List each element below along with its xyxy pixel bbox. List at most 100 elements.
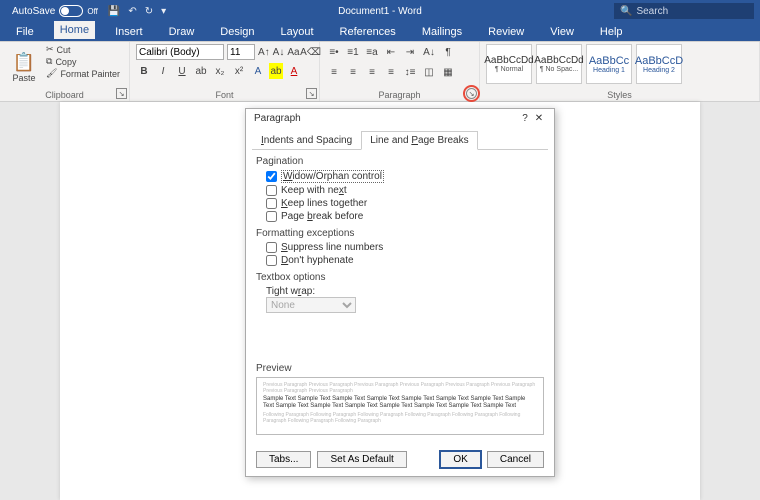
tab-help[interactable]: Help [594,23,629,41]
formatting-header: Formatting exceptions [256,228,544,239]
search-placeholder: Search [636,6,668,17]
set-default-button[interactable]: Set As Default [317,451,406,468]
increase-indent-icon[interactable]: ⇥ [402,44,418,60]
grow-font-icon[interactable]: A↑ [258,44,270,60]
style-heading2[interactable]: AaBbCcDHeading 2 [636,44,682,84]
format-painter-button[interactable]: 🖌Format Painter [46,68,120,79]
keep-lines-checkbox[interactable]: Keep lines together [266,198,544,209]
dialog-tab-breaks[interactable]: Line and Page Breaks [361,131,477,150]
search-box[interactable]: 🔍 Search [614,3,754,19]
group-font: A↑ A↓ Aa A⌫ B I U ab x₂ x² A ab A Font ↘ [130,42,320,101]
tight-wrap-label: Tight wrap: [266,286,315,297]
keep-with-next-checkbox[interactable]: Keep with next [266,185,544,196]
cut-button[interactable]: ✂Cut [46,44,120,55]
align-right-icon[interactable]: ≡ [364,64,380,80]
strike-icon[interactable]: ab [193,63,209,79]
ribbon-tabs: File Home Insert Draw Design Layout Refe… [0,22,760,42]
cut-icon: ✂ [46,44,54,55]
document-title: Document1 - Word [338,6,422,17]
bullets-icon[interactable]: ≡• [326,44,342,60]
sort-icon[interactable]: A↓ [421,44,437,60]
help-icon[interactable]: ? [518,113,532,124]
group-paragraph: ≡• ≡1 ≡a ⇤ ⇥ A↓ ¶ ≡ ≡ ≡ ≡ ↕≡ ◫ ▦ Paragra… [320,42,480,101]
close-icon[interactable]: ✕ [532,113,546,124]
clear-format-icon[interactable]: A⌫ [303,44,319,60]
toggle-switch-icon [59,5,83,17]
clipboard-launcher-icon[interactable]: ↘ [116,88,127,99]
group-label: Styles [486,90,753,101]
style-normal[interactable]: AaBbCcDd¶ Normal [486,44,532,84]
autosave-state: Off [87,7,98,16]
font-launcher-icon[interactable]: ↘ [306,88,317,99]
textbox-header: Textbox options [256,272,544,283]
tight-wrap-select[interactable]: None [266,297,356,313]
paste-icon: 📋 [13,52,35,73]
dialog-title: Paragraph [254,113,518,124]
dialog-tab-indents[interactable]: IIndents and Spacingndents and Spacing [252,131,361,150]
borders-icon[interactable]: ▦ [440,64,456,80]
cancel-button[interactable]: Cancel [487,451,544,468]
justify-icon[interactable]: ≡ [383,64,399,80]
font-color-icon[interactable]: A [286,63,302,79]
style-heading1[interactable]: AaBbCcHeading 1 [586,44,632,84]
group-label: Paragraph [326,90,473,101]
tab-draw[interactable]: Draw [163,23,201,41]
tab-mailings[interactable]: Mailings [416,23,468,41]
preview-box: Previous Paragraph Previous Paragraph Pr… [256,377,544,435]
group-label: Font [136,90,313,101]
font-size-select[interactable] [227,44,255,60]
copy-button[interactable]: ⧉Copy [46,56,120,67]
tab-design[interactable]: Design [214,23,260,41]
show-marks-icon[interactable]: ¶ [440,44,456,60]
italic-icon[interactable]: I [155,63,171,79]
tab-view[interactable]: View [544,23,580,41]
numbering-icon[interactable]: ≡1 [345,44,361,60]
tab-insert[interactable]: Insert [109,23,149,41]
copy-icon: ⧉ [46,56,52,67]
text-effects-icon[interactable]: A [250,63,266,79]
ok-button[interactable]: OK [440,451,480,468]
tab-layout[interactable]: Layout [275,23,320,41]
tab-review[interactable]: Review [482,23,530,41]
search-icon: 🔍 [620,6,632,17]
bold-icon[interactable]: B [136,63,152,79]
tab-home[interactable]: Home [54,21,95,41]
underline-icon[interactable]: U [174,63,190,79]
redo-icon[interactable]: ↻ [145,6,153,17]
tab-references[interactable]: References [334,23,402,41]
paragraph-launcher-icon[interactable]: ↘ [466,88,477,99]
align-left-icon[interactable]: ≡ [326,64,342,80]
group-clipboard: 📋 Paste ✂Cut ⧉Copy 🖌Format Painter Clipb… [0,42,130,101]
save-icon[interactable]: 💾 [108,6,120,17]
shading-icon[interactable]: ◫ [421,64,437,80]
paragraph-dialog: Paragraph ? ✕ IIndents and Spacingndents… [245,108,555,477]
autosave-toggle[interactable]: AutoSave Off [12,5,98,17]
brush-icon: 🖌 [46,68,57,79]
align-center-icon[interactable]: ≡ [345,64,361,80]
group-label: Clipboard [6,90,123,101]
multilevel-icon[interactable]: ≡a [364,44,380,60]
style-nospacing[interactable]: AaBbCcDd¶ No Spac... [536,44,582,84]
pagination-header: Pagination [256,156,544,167]
undo-icon[interactable]: ↶ [128,6,136,17]
title-bar: AutoSave Off 💾 ↶ ↻ ▾ Document1 - Word 🔍 … [0,0,760,22]
widow-orphan-checkbox[interactable]: Widow/Orphan control [266,170,544,183]
preview-header: Preview [256,363,544,374]
autosave-label: AutoSave [12,6,55,17]
dont-hyphenate-checkbox[interactable]: Don't hyphenate [266,255,544,266]
shrink-font-icon[interactable]: A↓ [273,44,285,60]
change-case-icon[interactable]: Aa [287,44,299,60]
subscript-icon[interactable]: x₂ [212,63,228,79]
highlight-icon[interactable]: ab [269,63,283,79]
suppress-line-numbers-checkbox[interactable]: Suppress line numbers [266,242,544,253]
font-name-select[interactable] [136,44,224,60]
tab-file[interactable]: File [10,23,40,41]
page-break-checkbox[interactable]: Page break before [266,211,544,222]
paste-button[interactable]: 📋 Paste [6,44,42,90]
tabs-button[interactable]: Tabs... [256,451,311,468]
ribbon: 📋 Paste ✂Cut ⧉Copy 🖌Format Painter Clipb… [0,42,760,102]
superscript-icon[interactable]: x² [231,63,247,79]
decrease-indent-icon[interactable]: ⇤ [383,44,399,60]
qat-dropdown-icon[interactable]: ▾ [161,6,166,17]
line-spacing-icon[interactable]: ↕≡ [402,64,418,80]
